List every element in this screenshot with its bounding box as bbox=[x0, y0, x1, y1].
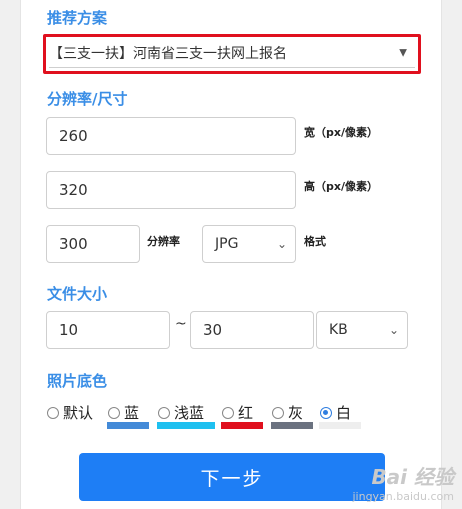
bgcolor-option-blue[interactable]: 蓝 bbox=[108, 402, 139, 423]
next-step-button[interactable]: 下一步 bbox=[79, 453, 385, 501]
swatch-gray bbox=[271, 422, 313, 429]
filesize-max-input[interactable]: 30 bbox=[190, 311, 314, 349]
bgcolor-option-white[interactable]: 白 bbox=[320, 402, 351, 423]
dpi-value: 300 bbox=[59, 235, 88, 253]
radio-icon bbox=[272, 406, 284, 419]
recommend-title: 推荐方案 bbox=[47, 9, 108, 27]
filesize-max-value: 30 bbox=[203, 321, 223, 339]
format-value: JPG bbox=[215, 236, 239, 252]
format-select[interactable]: JPG ⌄ bbox=[202, 225, 296, 263]
bgcolor-title: 照片底色 bbox=[47, 372, 108, 390]
bgcolor-option-red[interactable]: 红 bbox=[222, 402, 253, 423]
chevron-down-icon: ⌄ bbox=[276, 237, 287, 251]
width-input[interactable]: 260 bbox=[46, 117, 296, 155]
bgcolor-option-label: 灰 bbox=[288, 404, 304, 422]
swatch-white bbox=[319, 422, 361, 429]
swatch-red bbox=[221, 422, 263, 429]
bgcolor-option-label: 默认 bbox=[63, 404, 94, 422]
watermark-domain: jingyan.baidu.com bbox=[352, 490, 454, 503]
swatch-blue bbox=[107, 422, 149, 429]
radio-icon bbox=[47, 406, 59, 419]
watermark-brand: Bai 经验 bbox=[371, 465, 454, 489]
bgcolor-option-label: 白 bbox=[336, 404, 352, 422]
bgcolor-option-label: 红 bbox=[238, 404, 254, 422]
baidu-jingyan-watermark: Bai 经验 jingyan.baidu.com bbox=[352, 461, 454, 503]
chevron-down-icon: ▼ bbox=[399, 47, 407, 58]
resolution-title: 分辨率/尺寸 bbox=[47, 90, 128, 108]
chevron-down-icon: ⌄ bbox=[388, 323, 399, 337]
radio-icon bbox=[222, 406, 234, 419]
filesize-separator: ~ bbox=[175, 316, 187, 332]
recommend-select-value: 【三支一扶】河南省三支一扶网上报名 bbox=[49, 45, 287, 62]
swatch-light-blue bbox=[157, 422, 215, 429]
bgcolor-option-label: 蓝 bbox=[124, 404, 140, 422]
bgcolor-option-default[interactable]: 默认 bbox=[47, 402, 93, 423]
bgcolor-option-light-blue[interactable]: 浅蓝 bbox=[158, 402, 204, 423]
filesize-min-value: 10 bbox=[59, 321, 79, 339]
dpi-label: 分辨率 bbox=[147, 235, 180, 248]
dpi-input[interactable]: 300 bbox=[46, 225, 140, 263]
height-input[interactable]: 320 bbox=[46, 171, 296, 209]
filesize-unit-value: KB bbox=[329, 322, 348, 338]
height-unit-label: 高（px/像素） bbox=[304, 180, 378, 193]
form-card: 推荐方案 【三支一扶】河南省三支一扶网上报名 ▼ 分辨率/尺寸 260 宽（px… bbox=[20, 0, 442, 509]
filesize-min-input[interactable]: 10 bbox=[46, 311, 170, 349]
radio-icon bbox=[108, 406, 120, 419]
bgcolor-option-gray[interactable]: 灰 bbox=[272, 402, 303, 423]
radio-icon bbox=[158, 406, 170, 419]
height-value: 320 bbox=[59, 181, 88, 199]
next-step-label: 下一步 bbox=[200, 467, 264, 490]
filesize-title: 文件大小 bbox=[47, 285, 108, 303]
recommend-select[interactable]: 【三支一扶】河南省三支一扶网上报名 ▼ bbox=[49, 38, 415, 68]
radio-checked-icon bbox=[320, 406, 332, 419]
filesize-unit-select[interactable]: KB ⌄ bbox=[316, 311, 408, 349]
format-label: 格式 bbox=[304, 235, 326, 248]
width-value: 260 bbox=[59, 127, 88, 145]
width-unit-label: 宽（px/像素） bbox=[304, 126, 378, 139]
bgcolor-option-label: 浅蓝 bbox=[174, 404, 205, 422]
